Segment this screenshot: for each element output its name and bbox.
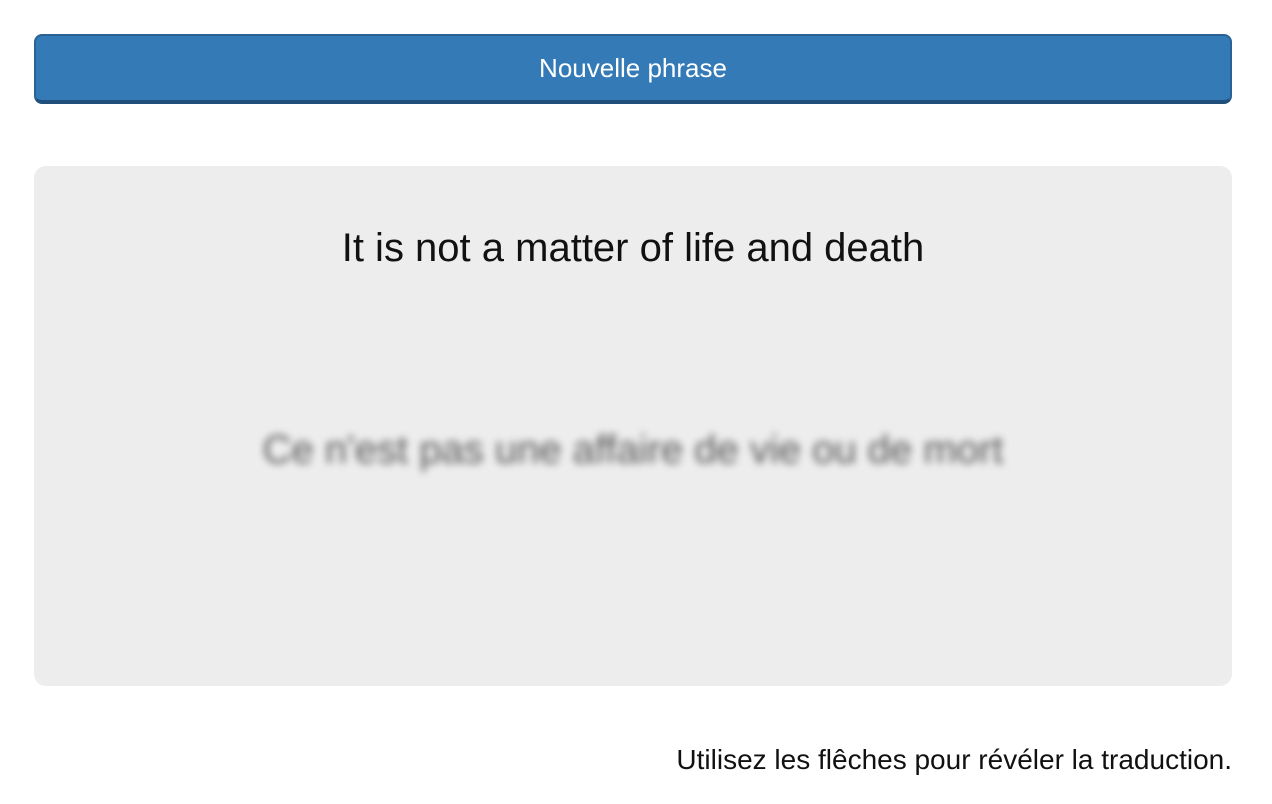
source-sentence: It is not a matter of life and death <box>341 226 925 270</box>
new-phrase-button[interactable]: Nouvelle phrase <box>34 34 1232 104</box>
page: Nouvelle phrase It is not a matter of li… <box>0 0 1272 804</box>
phrase-card: It is not a matter of life and death Ce … <box>34 166 1232 686</box>
instruction-hint: Utilisez les flêches pour révéler la tra… <box>676 744 1232 775</box>
hidden-translation[interactable]: Ce n'est pas une affaire de vie ou de mo… <box>34 428 1232 473</box>
